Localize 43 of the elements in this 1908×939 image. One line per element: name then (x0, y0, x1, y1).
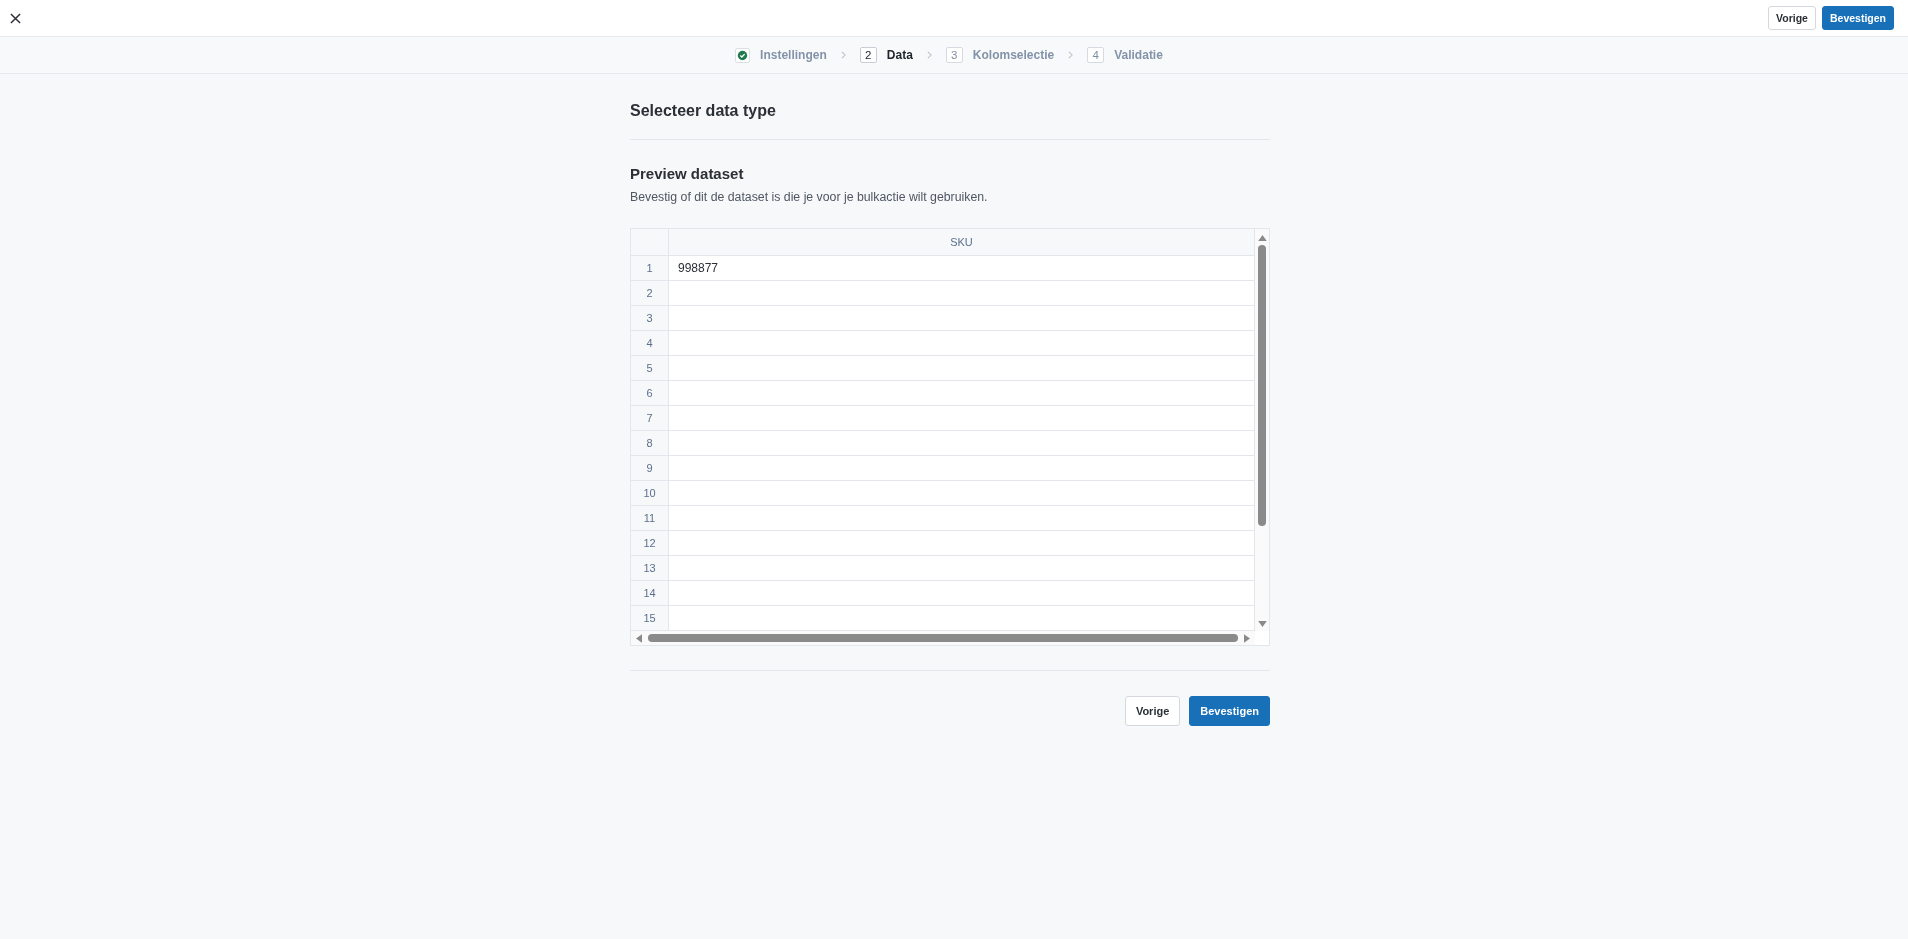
chevron-icon (926, 51, 932, 59)
step-label: Instellingen (760, 48, 827, 62)
section-title: Selecteer data type (630, 101, 1270, 140)
step-number: 3 (945, 47, 963, 63)
row-number: 8 (631, 431, 669, 456)
preview-description: Bevestig of dit de dataset is die je voor je bulkactie wilt gebruiken. (630, 189, 989, 205)
scroll-up-arrow-icon[interactable] (1257, 235, 1267, 241)
row-number: 7 (631, 406, 669, 431)
row-number: 5 (631, 356, 669, 381)
row-number: 13 (631, 556, 669, 581)
scrollbar-thumb[interactable] (1258, 245, 1266, 526)
back-button[interactable]: Vorige (1124, 696, 1181, 726)
row-number: 11 (631, 506, 669, 531)
row-number: 10 (631, 481, 669, 506)
horizontal-scrollbar[interactable] (631, 631, 1255, 645)
row-number: 9 (631, 456, 669, 481)
row-number: 2 (631, 281, 669, 306)
row-number: 4 (631, 331, 669, 356)
step-number: 2 (859, 47, 877, 63)
table-cell: 998877 (669, 256, 1255, 281)
scrollbar-thumb[interactable] (648, 634, 1238, 642)
row-number: 14 (631, 581, 669, 606)
scroll-right-arrow-icon[interactable] (1244, 633, 1250, 643)
row-number: 12 (631, 531, 669, 556)
scroll-left-arrow-icon[interactable] (636, 633, 642, 643)
row-number: 1 (631, 256, 669, 281)
confirm-button[interactable]: Bevestigen (1821, 6, 1894, 30)
chevron-icon (840, 51, 846, 59)
chevron-icon (1068, 51, 1074, 59)
close-icon[interactable] (10, 12, 21, 24)
step-number: 4 (1087, 47, 1105, 63)
vertical-scrollbar[interactable] (1255, 229, 1269, 631)
row-number: 6 (631, 381, 669, 406)
step-label: Data (886, 48, 913, 62)
row-number: 3 (631, 306, 669, 331)
scroll-down-arrow-icon[interactable] (1257, 621, 1267, 627)
row-number: 15 (631, 606, 669, 631)
column-header: SKU (669, 229, 1255, 256)
preview-title: Preview dataset (630, 165, 745, 183)
confirm-button[interactable]: Bevestigen (1189, 696, 1270, 726)
step-label: Validatie (1114, 48, 1163, 62)
step-label: Kolomselectie (972, 48, 1055, 62)
back-button[interactable]: Vorige (1768, 6, 1816, 30)
